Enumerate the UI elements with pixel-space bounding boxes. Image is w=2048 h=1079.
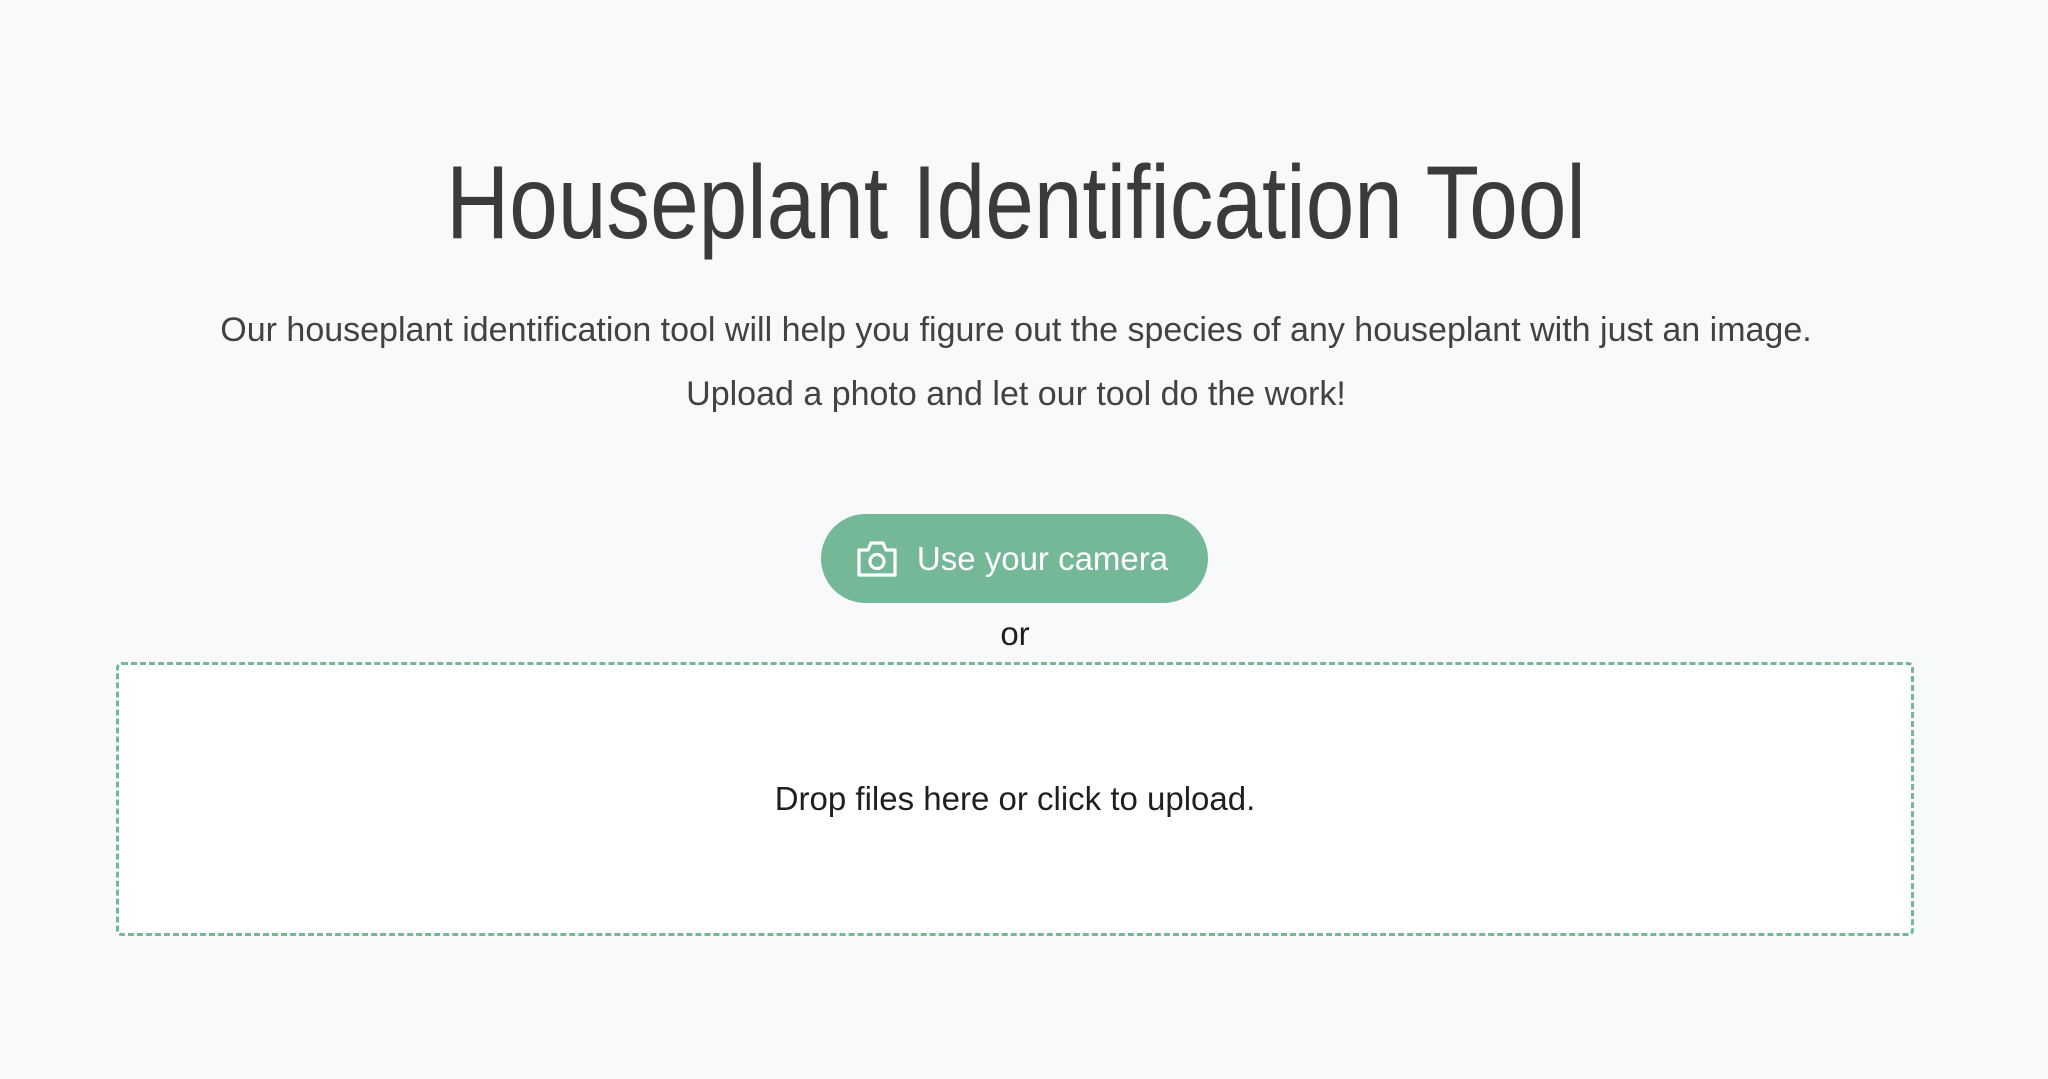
or-separator: or [1000,615,1030,652]
file-dropzone[interactable]: Drop files here or click to upload. [116,662,1914,936]
dropzone-label: Drop files here or click to upload. [774,780,1256,817]
intro-line-2: Upload a photo and let our tool do the w… [686,375,1346,413]
use-camera-button[interactable]: Use your camera [821,514,1208,603]
intro-line-1: Our houseplant identification tool will … [220,311,1812,349]
intro-text: Our houseplant identification tool will … [0,298,2032,426]
camera-icon [855,539,899,579]
page: Houseplant Identification Tool Our house… [0,0,2048,1079]
use-camera-label: Use your camera [916,539,1169,577]
page-title: Houseplant Identification Tool [446,145,1586,261]
